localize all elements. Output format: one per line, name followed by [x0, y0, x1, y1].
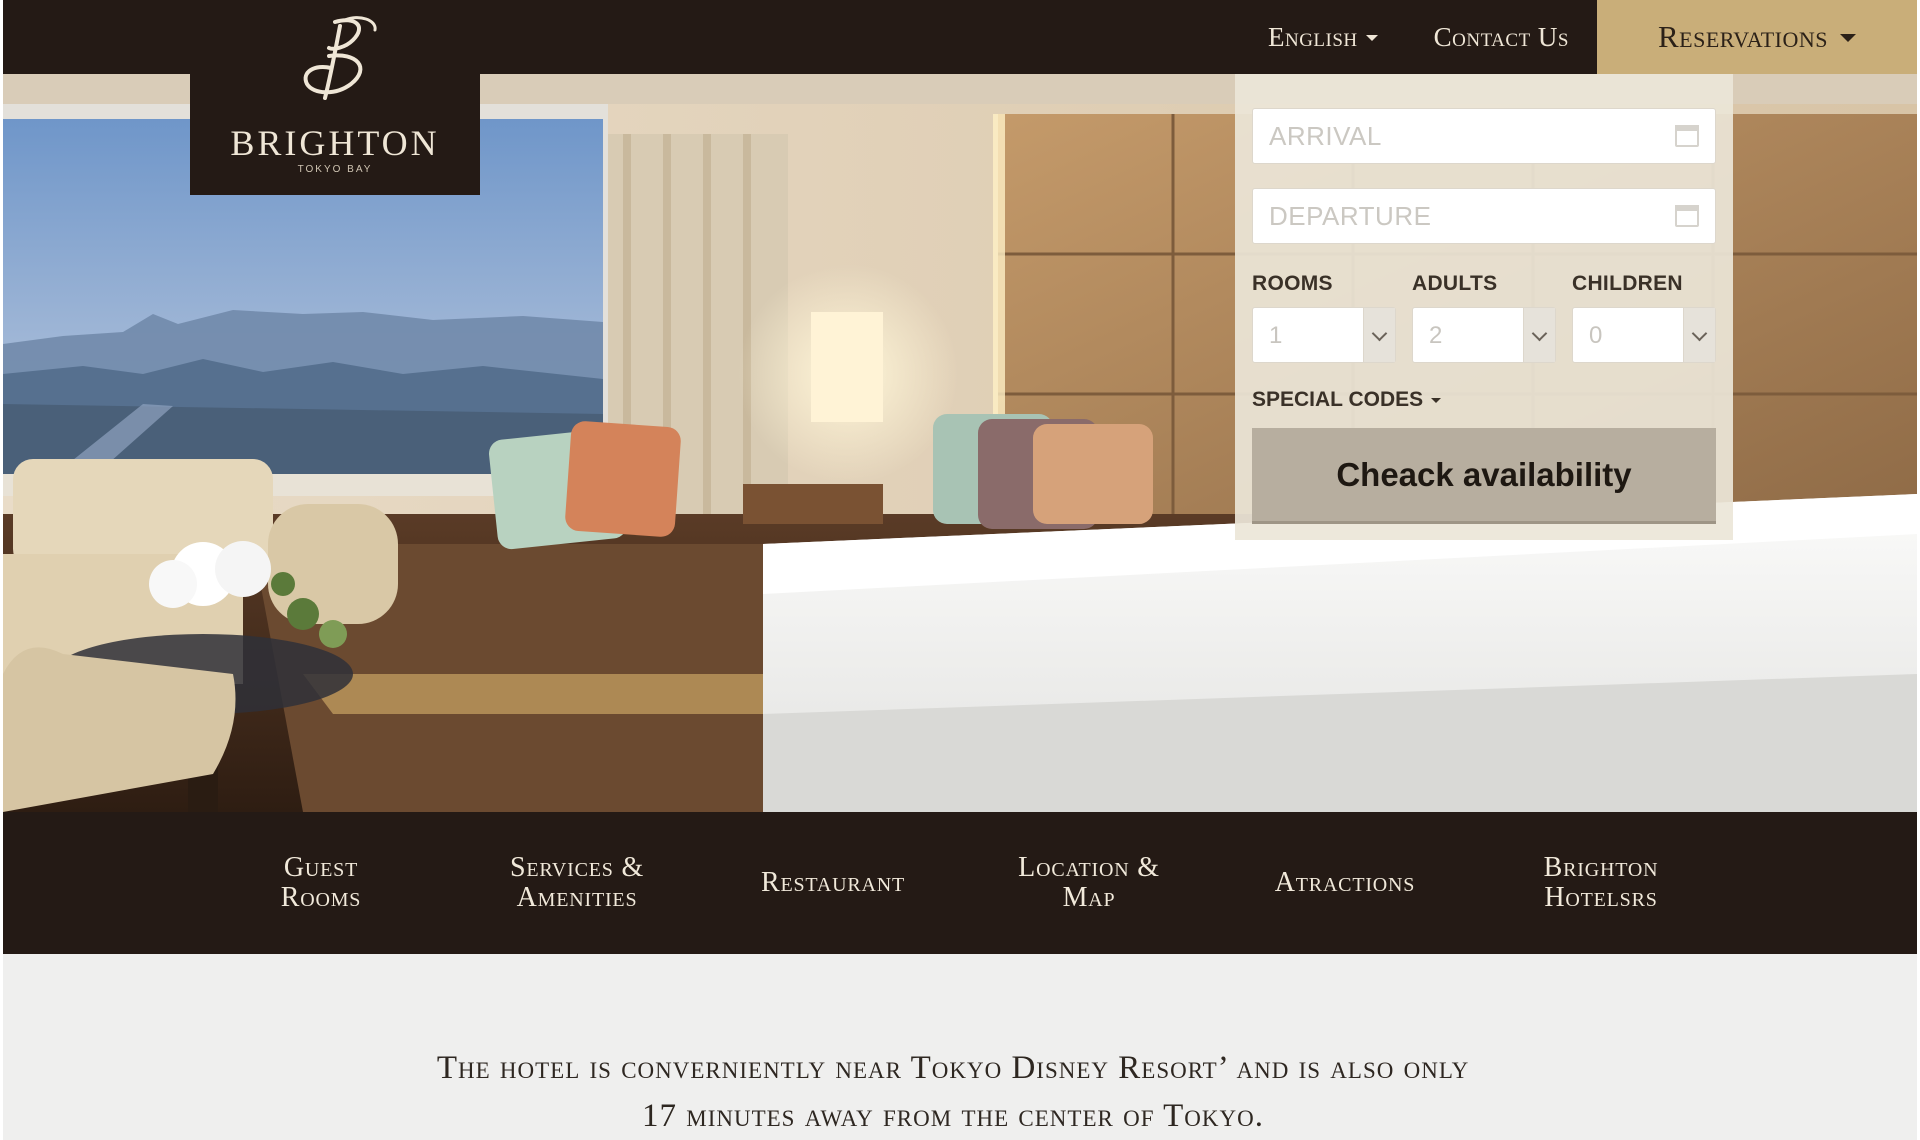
main-nav: Guest Rooms Services & Amenities Restaur… [3, 812, 1917, 954]
rooms-label: ROOMS [1252, 272, 1333, 295]
chevron-down-icon[interactable] [1523, 308, 1555, 362]
caret-down-icon [1431, 397, 1442, 403]
brand-subtitle: TOKYO BAY [297, 164, 373, 175]
reservations-label: Reservations [1658, 19, 1828, 54]
adults-value: 2 [1429, 322, 1443, 349]
nav-services-amenities[interactable]: Services & Amenities [457, 812, 697, 954]
children-value: 0 [1589, 322, 1603, 349]
nav-guest-rooms[interactable]: Guest Rooms [201, 812, 441, 954]
language-label: English [1267, 21, 1358, 52]
top-nav: English Contact Us Reservations [1240, 0, 1917, 74]
chevron-down-icon[interactable] [1683, 308, 1715, 362]
page: English Contact Us Reservations BRIGHTON… [3, 0, 1917, 1140]
intro-section: The hotel is converniently near Tokyo Di… [3, 954, 1917, 1140]
brand-logo[interactable]: BRIGHTON TOKYO BAY [190, 0, 480, 195]
arrival-field[interactable] [1252, 108, 1716, 164]
calendar-icon[interactable] [1675, 125, 1699, 147]
contact-us-link[interactable]: Contact Us [1406, 0, 1597, 74]
special-codes-toggle[interactable]: SPECIAL CODES [1252, 388, 1442, 412]
adults-label: ADULTS [1412, 272, 1498, 295]
arrival-input[interactable] [1253, 109, 1653, 163]
adults-select[interactable]: 2 [1412, 307, 1556, 363]
rooms-value: 1 [1269, 322, 1283, 349]
departure-field[interactable] [1252, 188, 1716, 244]
nav-attractions[interactable]: Atractions [1225, 812, 1465, 954]
children-label: CHILDREN [1572, 272, 1683, 295]
check-availability-button[interactable]: Cheack availability [1252, 428, 1716, 524]
nav-location-map[interactable]: Location & Map [969, 812, 1209, 954]
reservations-tab[interactable]: Reservations [1597, 0, 1917, 74]
caret-down-icon [1365, 35, 1378, 41]
intro-text: The hotel is converniently near Tokyo Di… [436, 1050, 1470, 1134]
reservation-panel: ROOMS ADULTS CHILDREN 1 2 0 SPECIAL CODE… [1235, 74, 1733, 540]
language-dropdown[interactable]: English [1240, 0, 1406, 74]
special-codes-label: SPECIAL CODES [1252, 388, 1424, 411]
nav-restaurant[interactable]: Restaurant [713, 812, 953, 954]
contact-us-label: Contact Us [1433, 21, 1569, 52]
brand-monogram-icon [303, 16, 377, 100]
brand-name: BRIGHTON [230, 123, 440, 163]
nav-brighton-hotels[interactable]: Brighton Hotelsrs [1481, 812, 1721, 954]
chevron-down-icon[interactable] [1363, 308, 1395, 362]
caret-down-icon [1839, 34, 1856, 42]
departure-input[interactable] [1253, 189, 1653, 243]
calendar-icon[interactable] [1675, 205, 1699, 227]
rooms-select[interactable]: 1 [1252, 307, 1396, 363]
children-select[interactable]: 0 [1572, 307, 1716, 363]
